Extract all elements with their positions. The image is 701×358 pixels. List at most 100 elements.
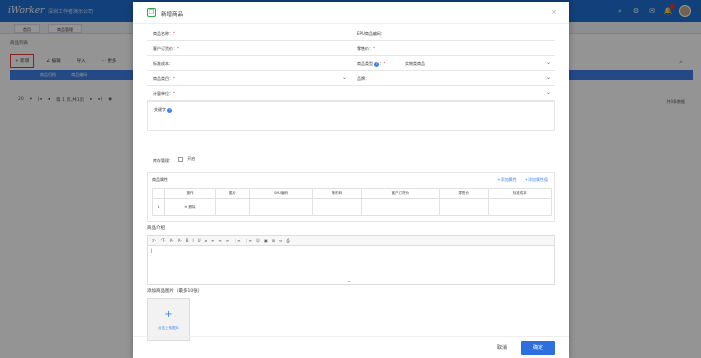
barcode-cell[interactable] xyxy=(312,198,362,216)
stock-toggle-value: 开启 xyxy=(187,156,196,161)
field-label: 关键字 ? xyxy=(154,107,173,113)
label-text: 关键字 xyxy=(154,107,166,112)
required-mark: * xyxy=(177,46,179,51)
editor-tool-button[interactable]: U xyxy=(198,238,201,243)
editor-tool-button[interactable]: ▣ xyxy=(264,238,268,243)
column-header: 标准成本 xyxy=(487,188,553,199)
editor-tool-button[interactable]: ≡ xyxy=(218,238,221,243)
editor-tool-button[interactable]: ⇔ xyxy=(279,238,282,243)
column-header: 图片 xyxy=(214,188,250,199)
help-icon[interactable]: ? xyxy=(167,107,173,113)
rich-text-editor[interactable]: ℱ· ᵀT· A· A· B I U ⌀ ≡ ≡ ≡ ⋮≡ ⋮≡ ☺ ▣ ⊞ ⇔ ⎙ | ═ xyxy=(147,235,555,285)
column-header: 条形码 xyxy=(312,188,362,199)
label-text: 零售价： xyxy=(357,46,373,51)
stock-management-toggle: 库存管理： 开启 xyxy=(147,156,297,166)
editor-tool-button[interactable]: ᵀT· xyxy=(160,238,165,243)
chevron-down-icon[interactable]: ⌄ xyxy=(546,89,551,96)
field-epu-code[interactable]: EPU商品编码： xyxy=(351,26,555,41)
editor-tool-button[interactable]: ⎙ xyxy=(286,238,289,243)
delete-label[interactable]: 删除 xyxy=(189,205,196,209)
editor-toolbar: ℱ· ᵀT· A· A· B I U ⌀ ≡ ≡ ≡ ⋮≡ ⋮≡ ☺ ▣ ⊞ ⇔ ⎙ xyxy=(148,236,554,246)
column-header: SKU编码 xyxy=(248,188,314,199)
table-row: 1 ⊖ 删除 xyxy=(152,198,553,216)
label-text: 客户订货价： xyxy=(153,46,177,51)
standard-cost-cell[interactable] xyxy=(487,198,553,216)
field-label: 商品类目：* xyxy=(153,76,175,82)
editor-tool-button[interactable]: ≡ xyxy=(226,238,229,243)
resize-handle[interactable]: ═ xyxy=(348,279,350,284)
delete-action[interactable]: ⊖ 删除 xyxy=(164,198,216,216)
editor-tool-button[interactable]: ⊞ xyxy=(272,238,275,243)
field-customer-price[interactable]: 客户订货价：* xyxy=(147,41,351,56)
image-cell[interactable] xyxy=(214,198,250,216)
field-unit[interactable]: 计量单位：* ⌄ xyxy=(147,86,555,101)
stock-toggle-control: 开启 xyxy=(175,156,195,162)
column-header: 零售价 xyxy=(438,188,489,199)
field-standard-cost[interactable]: 标准成本： xyxy=(147,56,351,71)
editor-tool-button[interactable]: ☺ xyxy=(256,238,260,243)
required-mark: * xyxy=(373,46,375,51)
row-index: 1 xyxy=(152,198,165,216)
column-header: 客户订货价 xyxy=(360,188,440,199)
editor-tool-button[interactable]: A· xyxy=(178,238,182,243)
label-text: 商品名称： xyxy=(153,31,173,36)
text-cursor: | xyxy=(151,248,153,253)
label-text: EPU商品编码： xyxy=(357,31,385,36)
confirm-button[interactable]: 确定 xyxy=(521,341,555,355)
editor-tool-button[interactable]: ≡ xyxy=(211,238,214,243)
dialog-title: 新增商品 xyxy=(161,12,184,18)
label-text: 商品类型 xyxy=(357,61,373,66)
editor-tool-button[interactable]: ⌀ xyxy=(205,238,207,243)
help-icon[interactable]: ? xyxy=(374,61,380,67)
dialog-footer: 取消 确定 xyxy=(133,336,569,358)
table-cell xyxy=(152,188,165,199)
table-header-row: 操作 图片 SKU编码 条形码 客户订货价 零售价 标准成本 xyxy=(152,188,553,199)
chevron-down-icon[interactable]: ⌄ xyxy=(342,74,347,81)
product-type-value: 实物类商品 xyxy=(405,61,425,66)
label-text: 商品类目： xyxy=(153,76,173,81)
editor-tool-button[interactable]: ℱ· xyxy=(152,238,156,243)
field-label: 商品名称：* xyxy=(153,31,175,37)
plus-icon: + xyxy=(164,309,173,320)
chevron-down-icon[interactable]: ⌄ xyxy=(546,59,551,66)
field-product-name[interactable]: 商品名称：* xyxy=(147,26,351,41)
label-text: 品牌： xyxy=(357,76,369,81)
add-product-dialog: ❐ 新增商品 × 商品名称：* EPU商品编码： 客户订货价：* 零售价：* 标… xyxy=(133,2,569,358)
field-retail-price[interactable]: 零售价：* xyxy=(351,41,555,56)
label-text: 标准成本： xyxy=(153,61,173,66)
column-header: 操作 xyxy=(164,188,216,199)
editor-tool-button[interactable]: B xyxy=(186,238,189,243)
required-mark: * xyxy=(173,76,175,81)
editor-tool-button[interactable]: A· xyxy=(170,238,174,243)
required-mark: * xyxy=(173,31,175,36)
field-label: 客户订货价：* xyxy=(153,46,179,52)
editor-tool-button[interactable]: I xyxy=(192,238,193,243)
field-product-type[interactable]: 商品类型 ? ：* 实物类商品 ⌄ xyxy=(351,56,555,71)
image-upload-button[interactable]: + 点击上传图片 xyxy=(147,298,190,341)
cancel-button[interactable]: 取消 xyxy=(497,344,507,351)
intro-label: 商品介绍 xyxy=(147,226,165,231)
add-attribute-link[interactable]: +添加属性 xyxy=(497,177,516,183)
image-upload-label: 添加商品图片（最多10张） xyxy=(147,289,203,294)
chevron-down-icon[interactable]: ⌄ xyxy=(546,74,551,81)
customer-price-cell[interactable] xyxy=(360,198,440,216)
field-category[interactable]: 商品类目：* ⌄ xyxy=(147,71,351,86)
field-label: 商品类型 ? ：* xyxy=(357,61,386,67)
label-text: 计量单位： xyxy=(153,91,173,96)
close-icon[interactable]: × xyxy=(551,8,557,16)
label-text: 库存管理： xyxy=(153,158,173,163)
sku-title: 商品属性 xyxy=(152,177,168,182)
keywords-textarea[interactable]: 关键字 ? xyxy=(147,101,555,131)
sku-table: 操作 图片 SKU编码 条形码 客户订货价 零售价 标准成本 1 ⊖ 删除 xyxy=(152,188,553,216)
sku-actions: +添加属性 +添加属性值 xyxy=(497,177,548,183)
field-label: 零售价：* xyxy=(357,46,375,52)
sku-code-cell[interactable] xyxy=(248,198,314,216)
delete-icon[interactable]: ⊖ xyxy=(184,205,187,209)
editor-tool-button[interactable]: ⋮≡ xyxy=(244,238,251,243)
retail-price-cell[interactable] xyxy=(438,198,489,216)
add-attribute-value-link[interactable]: +添加属性值 xyxy=(525,177,548,183)
field-brand[interactable]: 品牌： ⌄ xyxy=(351,71,555,86)
required-mark: * xyxy=(173,91,175,96)
stock-checkbox[interactable] xyxy=(178,156,183,162)
editor-tool-button[interactable]: ⋮≡ xyxy=(233,238,240,243)
